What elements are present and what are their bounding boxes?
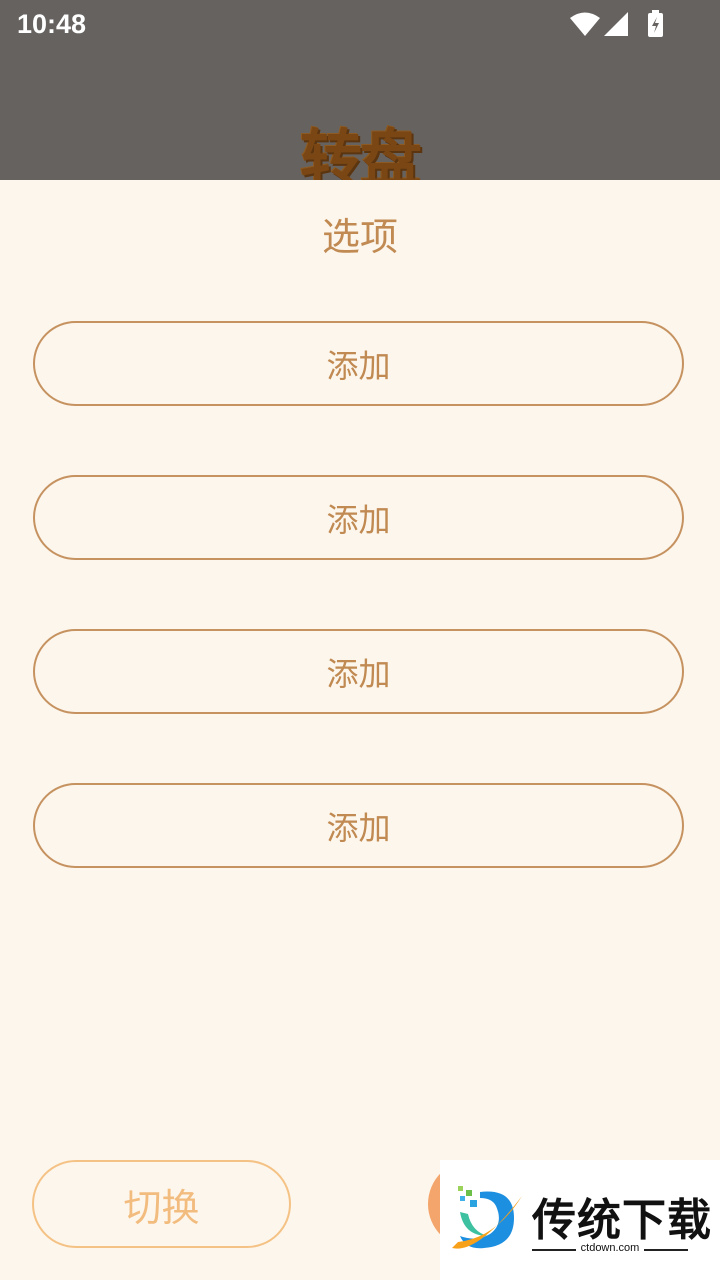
watermark-brand: 传统下载 [532,1195,712,1246]
wheel-header-dimmed: 转盘 [0,50,720,180]
watermark-url: ctdown.com [580,1242,640,1254]
status-bar: 10:48 [0,0,720,50]
ctdown-logo-icon [452,1186,522,1249]
cellular-signal-icon [604,12,628,36]
watermark: 传统下载 ctdown.com [440,1160,720,1280]
options-title: 选项 [321,215,398,259]
watermark-divider-right [644,1249,688,1251]
add-option-button-3[interactable]: 添加 [33,629,684,714]
add-option-button-4[interactable]: 添加 [33,783,684,868]
status-icons [568,10,668,40]
wheel-title: 转盘 [299,122,422,180]
options-panel: 选项 添加 添加 添加 添加 切换 传统下载 ctdown.com [0,180,720,1280]
status-time: 10:48 [17,9,87,39]
add-option-button-1[interactable]: 添加 [33,321,684,406]
wifi-icon [570,12,600,36]
screen: 10:48 转盘 选项 添加 添加 添加 添加 切换 传统下载 ctdown.c… [0,0,720,1280]
battery-charging-icon [648,10,663,37]
add-option-button-2[interactable]: 添加 [33,475,684,560]
switch-button[interactable]: 切换 [32,1160,291,1248]
